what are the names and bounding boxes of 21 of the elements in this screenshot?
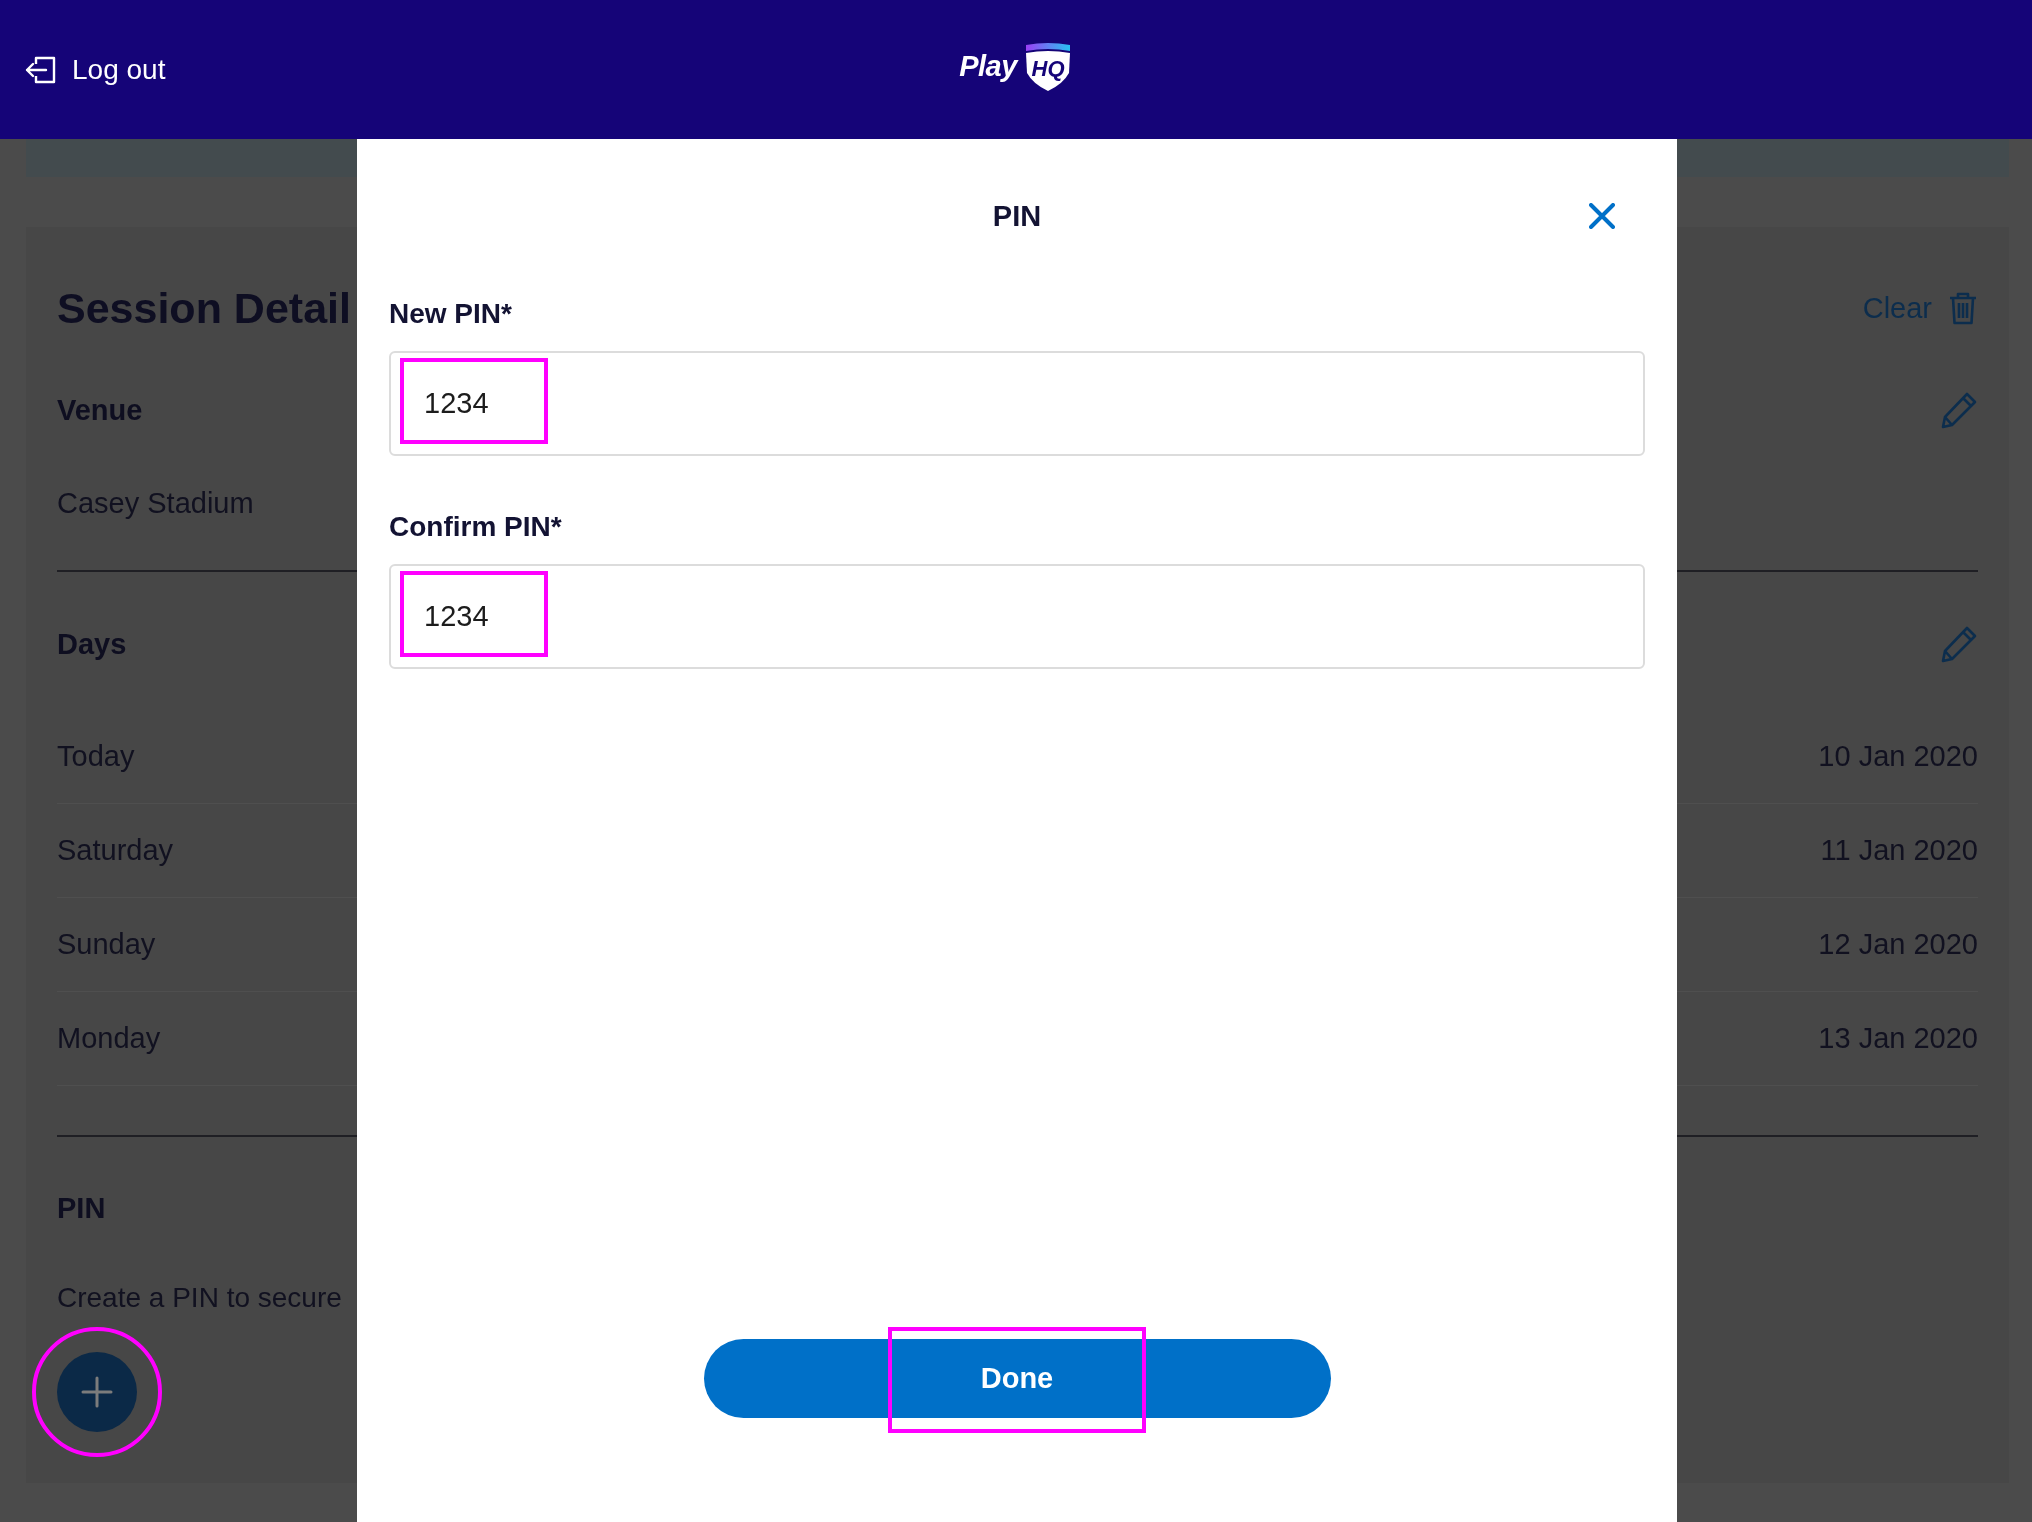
trash-icon xyxy=(1948,291,1978,325)
pencil-icon xyxy=(1940,391,1978,429)
pin-input-field[interactable]: 1234 xyxy=(389,564,1645,669)
plus-icon xyxy=(81,1376,113,1408)
logo-wordmark: Play xyxy=(959,50,1017,83)
close-button[interactable] xyxy=(1589,203,1615,229)
close-icon xyxy=(1589,203,1615,229)
pencil-icon xyxy=(1940,625,1978,663)
venue-heading: Venue xyxy=(57,393,143,427)
pin-input-field[interactable]: 1234 xyxy=(389,351,1645,456)
done-button[interactable]: Done xyxy=(703,1339,1331,1418)
field-label: Confirm PIN* xyxy=(389,510,562,544)
logout-icon xyxy=(24,55,56,84)
pin-heading: PIN xyxy=(57,1191,106,1225)
edit-button[interactable] xyxy=(1940,391,1978,429)
dialog-title: PIN xyxy=(992,199,1042,233)
logout-button[interactable]: Log out xyxy=(24,53,166,86)
days-heading: Days xyxy=(57,627,127,661)
field-label: New PIN* xyxy=(389,297,512,331)
edit-button[interactable] xyxy=(1940,625,1978,663)
section-title: Session Detail xyxy=(57,283,351,333)
